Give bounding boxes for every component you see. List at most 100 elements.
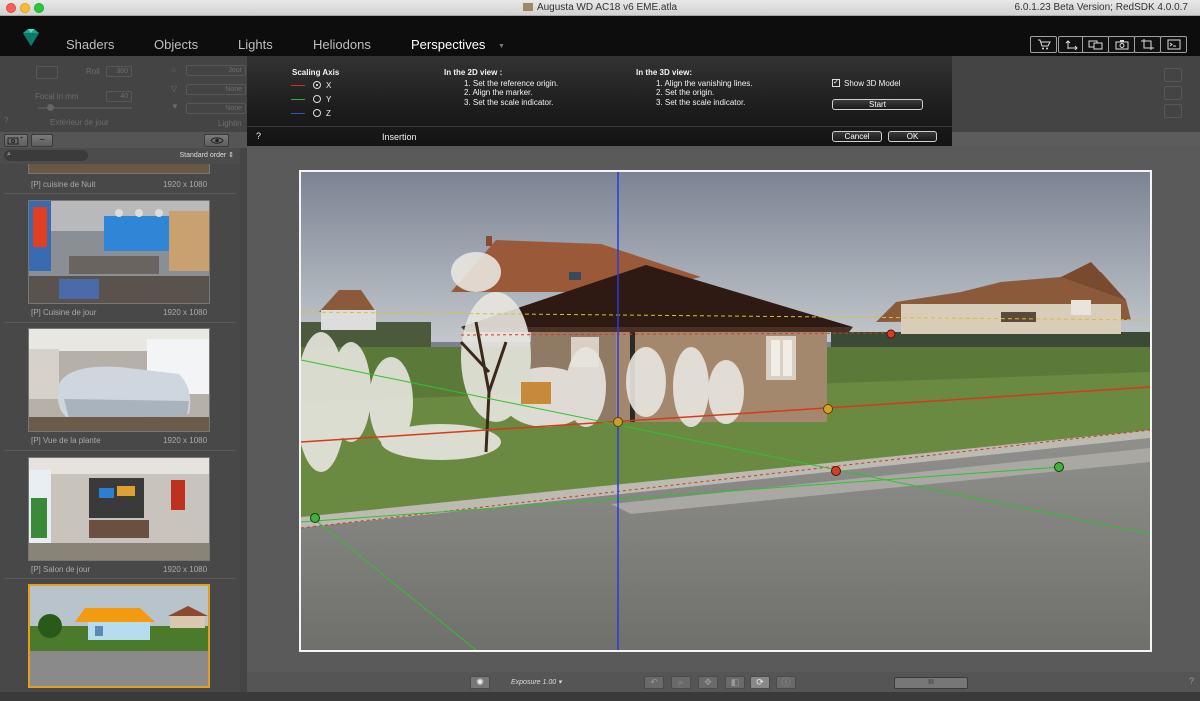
gallery-item-resolution: 1920 x 1080 bbox=[163, 180, 208, 189]
dialog-help-button[interactable]: ? bbox=[256, 131, 261, 141]
show-3d-label: Show 3D Model bbox=[844, 79, 901, 88]
gallery-divider bbox=[4, 193, 236, 194]
eye-icon[interactable] bbox=[204, 134, 229, 147]
roll-field[interactable]: 360 bbox=[106, 66, 132, 77]
gallery-scrollbar[interactable] bbox=[240, 148, 247, 692]
menu-lights[interactable]: Lights bbox=[238, 37, 273, 52]
crop-icon[interactable] bbox=[1134, 36, 1161, 53]
gallery-divider bbox=[4, 322, 236, 323]
inspector-panel: Roll 360 Focal in mm 40 Extérieur de jou… bbox=[0, 56, 247, 132]
axis-z-radio[interactable] bbox=[313, 109, 321, 117]
scaling-axis-label: Scaling Axis bbox=[292, 68, 340, 77]
brush-field[interactable]: None bbox=[186, 103, 246, 114]
sort-label: Standard order bbox=[179, 152, 227, 159]
split-icon[interactable]: ◧ bbox=[725, 676, 745, 689]
gallery-item[interactable]: [P] Vue de la plante 1920 x 1080 bbox=[0, 328, 236, 450]
exposure-control[interactable]: Exposure 1.00 ▾ bbox=[511, 678, 562, 686]
axis-z-label: Z bbox=[326, 109, 331, 118]
gallery-item-name: [P] Salon de jour bbox=[31, 565, 91, 574]
gallery-toolbar: + − bbox=[0, 132, 247, 148]
size-slider[interactable]: III bbox=[894, 677, 968, 689]
camera-mode-icon[interactable] bbox=[36, 66, 58, 79]
focal-field[interactable]: 40 bbox=[106, 91, 132, 102]
gallery-item[interactable]: [P] Salon de jour 1920 x 1080 bbox=[0, 457, 236, 579]
search-icon: ⌕ bbox=[7, 151, 11, 158]
search-input[interactable] bbox=[4, 150, 88, 161]
gallery-item-name: [P] Vue de la plante bbox=[31, 436, 101, 445]
gallery-thumbnail[interactable] bbox=[28, 328, 210, 432]
insertion-dialog: Scaling Axis X Y Z In the 2D view : 1. S… bbox=[247, 56, 952, 146]
menu-shaders[interactable]: Shaders bbox=[66, 37, 114, 52]
view2d-step-2: 2. Align the marker. bbox=[464, 88, 533, 97]
gallery-search-row: ⌕ Standard order ⇕ bbox=[0, 148, 240, 164]
gallery-item-name: [P] cuisine de Nuit bbox=[31, 180, 96, 189]
gallery-thumbnail[interactable] bbox=[28, 200, 210, 304]
help-button[interactable]: ? bbox=[1189, 676, 1194, 686]
perspectives-dropdown-icon[interactable]: ▼ bbox=[498, 43, 505, 50]
gallery-divider bbox=[4, 578, 236, 579]
cancel-button[interactable]: Cancel bbox=[832, 131, 882, 142]
ok-button[interactable]: OK bbox=[888, 131, 937, 142]
sun-field[interactable]: Jour bbox=[186, 65, 246, 76]
main-menubar: Shaders Objects Lights Heliodons Perspec… bbox=[0, 16, 1200, 56]
zoom-icon[interactable]: ⌕ bbox=[671, 676, 691, 689]
axis-y-line bbox=[291, 99, 305, 100]
gallery-item[interactable]: [P] cuisine de Nuit 1920 x 1080 bbox=[0, 164, 236, 192]
gallery-item-resolution: 1920 x 1080 bbox=[163, 565, 208, 574]
console-icon[interactable] bbox=[1160, 36, 1187, 53]
magic-wand-icon[interactable] bbox=[1164, 86, 1182, 100]
undo-icon[interactable]: ↶ bbox=[644, 676, 664, 689]
view2d-step-1: 1. Set the reference origin. bbox=[464, 79, 559, 88]
axis-y-label: Y bbox=[326, 95, 332, 104]
screens-icon[interactable] bbox=[1082, 36, 1109, 53]
focal-label: Focal in mm bbox=[35, 92, 79, 101]
start-button[interactable]: Start bbox=[832, 99, 923, 110]
exposure-label: Exposure 1.00 bbox=[511, 679, 557, 686]
move-icon[interactable]: ✥ bbox=[698, 676, 718, 689]
view2d-step-3: 3. Set the scale indicator. bbox=[464, 98, 554, 107]
focal-slider-thumb[interactable] bbox=[47, 104, 54, 111]
gallery-thumbnail[interactable] bbox=[28, 457, 210, 561]
inspector-help[interactable]: ? bbox=[4, 116, 8, 125]
gallery-thumbnail-selected[interactable] bbox=[28, 584, 210, 688]
view2d-title: In the 2D view : bbox=[444, 68, 503, 77]
perspective-gallery: [P] cuisine de Nuit 1920 x 1080 [P] Cuis… bbox=[0, 164, 240, 692]
menu-heliodons[interactable]: Heliodons bbox=[313, 37, 371, 52]
sort-dropdown[interactable]: Standard order ⇕ bbox=[179, 151, 234, 159]
document-icon bbox=[522, 3, 533, 11]
add-view-button[interactable]: + bbox=[4, 134, 28, 147]
gallery-item-resolution: 1920 x 1080 bbox=[163, 308, 208, 317]
insertion-label: Insertion bbox=[382, 132, 417, 142]
axis-y-radio[interactable] bbox=[313, 95, 321, 103]
axis-z-line bbox=[291, 113, 305, 114]
filter-field[interactable]: None bbox=[186, 84, 246, 95]
axis-x-radio[interactable] bbox=[313, 81, 321, 89]
gallery-item-name: [P] Cuisine de jour bbox=[31, 308, 97, 317]
perspective-viewport[interactable] bbox=[299, 170, 1152, 652]
status-bar bbox=[0, 692, 1200, 701]
right-panel bbox=[952, 56, 1200, 132]
show-3d-checkbox[interactable]: ✓ bbox=[832, 79, 840, 87]
menu-objects[interactable]: Objects bbox=[154, 37, 198, 52]
refresh-icon[interactable]: ⟳ bbox=[750, 676, 770, 689]
info-icon[interactable]: ⓘ bbox=[776, 676, 796, 689]
window-title-text: Augusta WD AC18 v6 EME.atla bbox=[536, 2, 678, 13]
export-icon[interactable] bbox=[1058, 36, 1085, 53]
camera-icon[interactable] bbox=[1108, 36, 1135, 53]
brush-icon[interactable]: ▼ bbox=[171, 102, 179, 111]
exterior-label: Extérieur de jour bbox=[50, 118, 109, 127]
lighting-label: Lightin bbox=[218, 119, 242, 128]
filter-icon[interactable]: ▽ bbox=[171, 84, 177, 93]
checker-icon[interactable] bbox=[1164, 68, 1182, 82]
gallery-item-selected[interactable] bbox=[0, 584, 236, 688]
sun-icon[interactable]: ☼ bbox=[170, 65, 177, 74]
dialog-divider bbox=[247, 126, 952, 127]
view3d-step-1: 1. Align the vanishing lines. bbox=[656, 79, 753, 88]
grid-icon[interactable] bbox=[1164, 104, 1182, 118]
gallery-thumbnail[interactable] bbox=[28, 164, 210, 174]
cart-icon[interactable] bbox=[1030, 36, 1057, 53]
remove-view-button[interactable]: − bbox=[31, 134, 53, 147]
gallery-item[interactable]: [P] Cuisine de jour 1920 x 1080 bbox=[0, 200, 236, 322]
menu-perspectives[interactable]: Perspectives bbox=[411, 37, 485, 52]
aperture-icon[interactable]: ✺ bbox=[470, 676, 490, 689]
